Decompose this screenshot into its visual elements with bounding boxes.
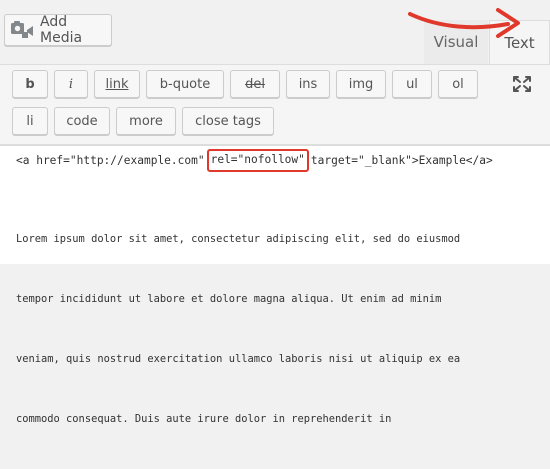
ul-button[interactable]: ul xyxy=(392,70,432,98)
nofollow-highlight: rel="nofollow" xyxy=(206,149,309,172)
tab-text[interactable]: Text xyxy=(489,20,550,64)
media-camera-icon xyxy=(10,20,36,40)
bold-button[interactable]: b xyxy=(12,70,48,98)
tab-visual-label: Visual xyxy=(433,33,479,51)
code-after: target="_blank">Example</a> xyxy=(310,154,493,167)
ol-button-label: ol xyxy=(452,76,464,92)
lorem-line: veniam, quis nostrud exercitation ullamc… xyxy=(16,353,461,365)
img-button-label: img xyxy=(348,76,374,92)
close-tags-button-label: close tags xyxy=(195,113,261,129)
link-button[interactable]: link xyxy=(94,70,140,98)
blockquote-button[interactable]: b-quote xyxy=(146,70,224,98)
ul-button-label: ul xyxy=(406,76,418,92)
ol-button[interactable]: ol xyxy=(438,70,478,98)
code-button[interactable]: code xyxy=(54,107,110,135)
code-button-label: code xyxy=(66,113,98,129)
bold-button-label: b xyxy=(25,76,35,92)
lorem-line: Lorem ipsum dolor sit amet, consectetur … xyxy=(16,233,461,245)
del-button[interactable]: del xyxy=(230,70,280,98)
lorem-line: commodo consequat. Duis aute irure dolor… xyxy=(16,413,392,425)
close-tags-button[interactable]: close tags xyxy=(182,107,274,135)
italic-button[interactable]: i xyxy=(54,70,88,98)
img-button[interactable]: img xyxy=(336,70,386,98)
add-media-button[interactable]: Add Media xyxy=(4,14,112,46)
more-button[interactable]: more xyxy=(116,107,176,135)
more-button-label: more xyxy=(129,113,163,129)
add-media-label: Add Media xyxy=(40,14,83,46)
italic-button-label: i xyxy=(68,76,74,92)
tab-text-label: Text xyxy=(504,33,535,52)
anchor-code-line: <a href="http://example.com" rel="nofoll… xyxy=(16,149,493,172)
del-button-label: del xyxy=(245,76,265,92)
tab-visual[interactable]: Visual xyxy=(424,20,488,64)
text-editor[interactable]: <a href="http://example.com" rel="nofoll… xyxy=(0,145,550,425)
li-button-label: li xyxy=(26,113,34,129)
li-button[interactable]: li xyxy=(12,107,48,135)
ins-button-label: ins xyxy=(298,76,318,92)
blockquote-button-label: b-quote xyxy=(159,76,211,92)
fullscreen-icon[interactable] xyxy=(510,74,534,94)
link-button-label: link xyxy=(105,76,129,92)
lorem-paragraph: Lorem ipsum dolor sit amet, consectetur … xyxy=(16,189,536,469)
ins-button[interactable]: ins xyxy=(286,70,330,98)
code-before: <a href="http://example.com" xyxy=(16,154,205,167)
quicktags-toolbar: b i link b-quote del ins img ul ol li co… xyxy=(0,64,550,145)
lorem-line: tempor incididunt ut labore et dolore ma… xyxy=(16,293,442,305)
